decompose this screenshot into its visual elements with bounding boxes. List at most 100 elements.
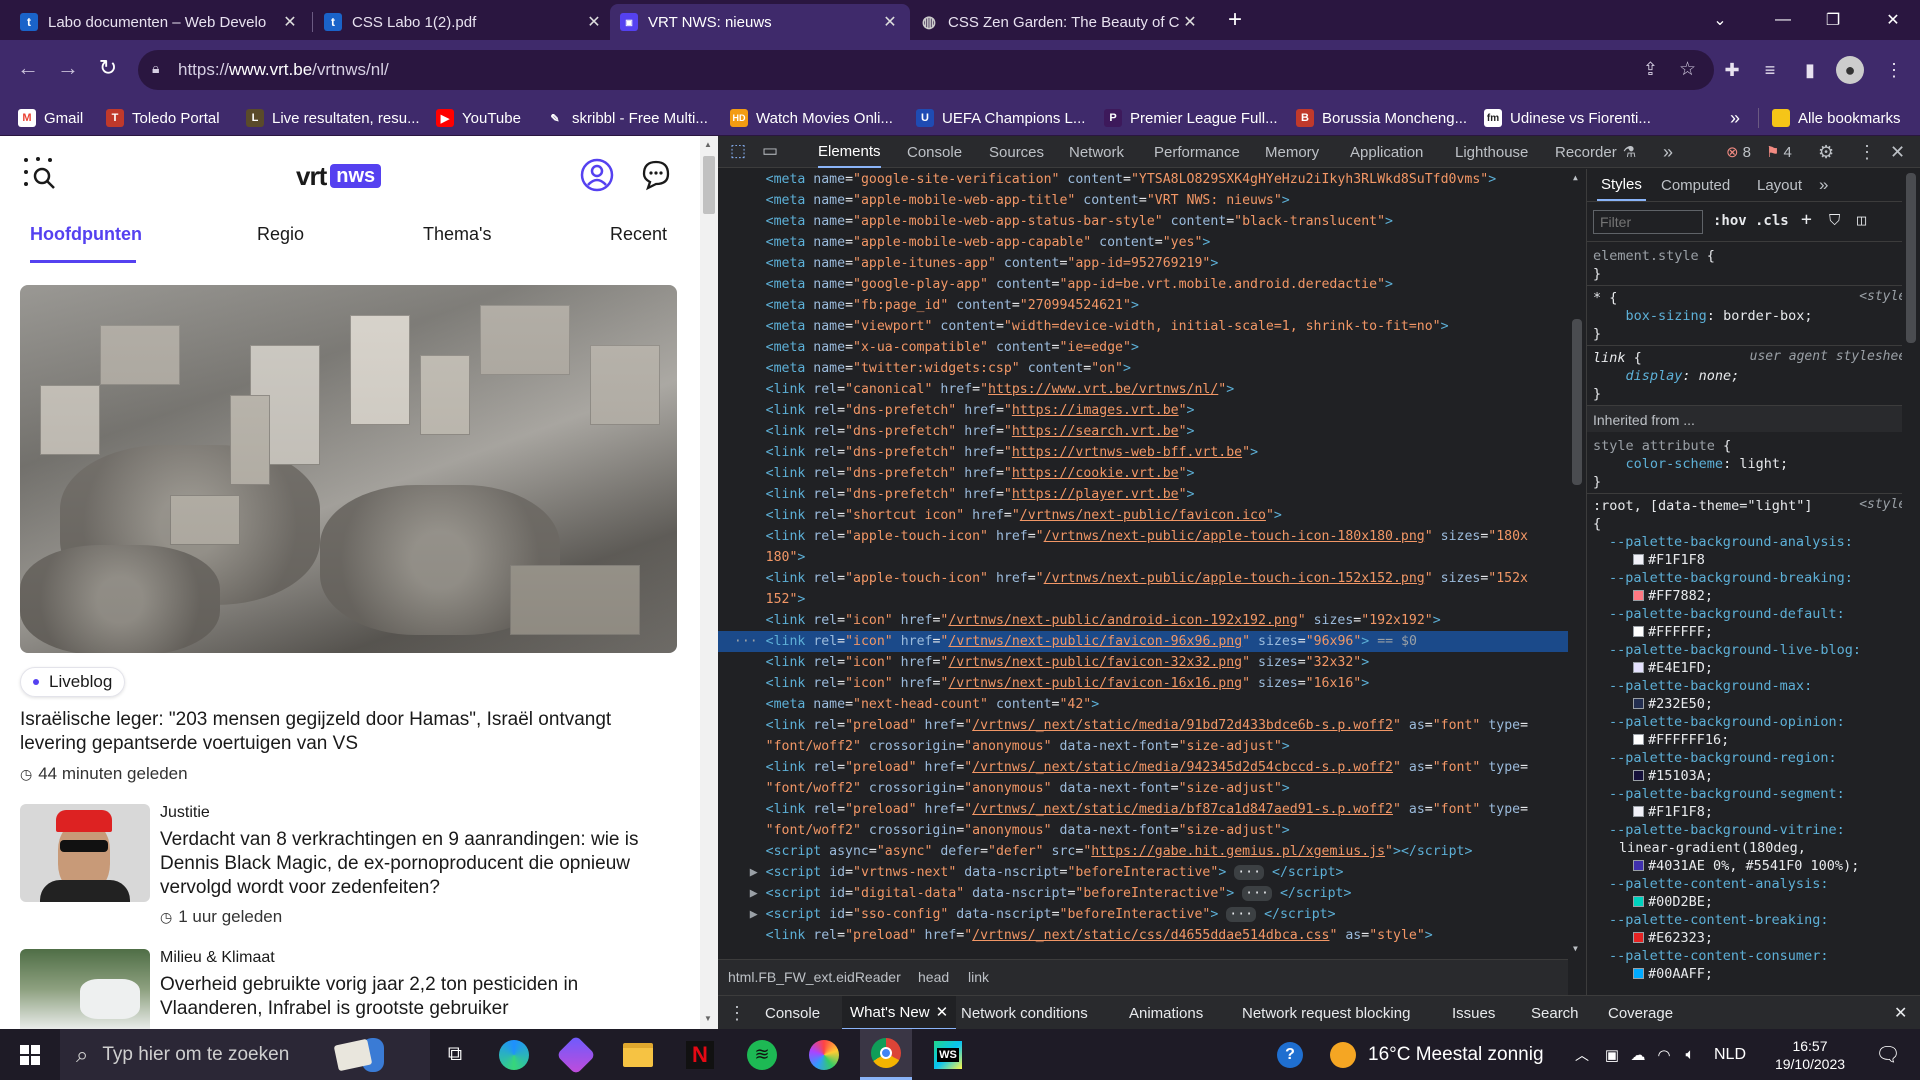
restore-icon[interactable]: ❐ xyxy=(1810,0,1856,40)
css-variable-name[interactable]: --palette-background-analysis: xyxy=(1593,533,1913,551)
warning-counter[interactable]: ⚑ 4 xyxy=(1766,136,1792,168)
extensions-icon[interactable]: ✚ xyxy=(1718,56,1746,84)
bookmark-youtube[interactable]: ▶ YouTube xyxy=(436,100,521,136)
devtools-tab-recorder[interactable]: Recorder ⚗ xyxy=(1555,136,1636,168)
media-control-icon[interactable]: ≡ xyxy=(1756,56,1784,84)
app-icon[interactable] xyxy=(550,1029,602,1080)
devtools-tab-performance[interactable]: Performance xyxy=(1154,136,1240,168)
edge-icon[interactable] xyxy=(488,1029,540,1080)
side-panel-icon[interactable]: ▮ xyxy=(1796,56,1824,84)
menu-icon[interactable]: ⋮ xyxy=(1880,56,1908,84)
settings-gear-icon[interactable]: ⚙ xyxy=(1818,136,1834,168)
bookmark-premier-league[interactable]: P Premier League Full... xyxy=(1104,100,1278,136)
drawer-tab-console[interactable]: Console xyxy=(765,996,820,1030)
article-thumbnail[interactable] xyxy=(20,949,150,1029)
bookmarks-overflow-button[interactable]: » xyxy=(1730,100,1740,136)
clock[interactable]: 16:57 19/10/2023 xyxy=(1760,1029,1860,1080)
notifications-icon[interactable]: 🗨︎ xyxy=(1866,1029,1910,1080)
spotify-icon[interactable]: ≋ xyxy=(736,1029,788,1080)
close-icon[interactable]: ✕ xyxy=(584,12,604,32)
profile-avatar[interactable]: ● xyxy=(1836,56,1864,84)
forward-icon[interactable]: → xyxy=(52,52,84,84)
drawer-tab-issues[interactable]: Issues xyxy=(1452,996,1495,1030)
breadcrumb-head[interactable]: head xyxy=(918,969,949,985)
elements-tree[interactable]: <meta name="google-site-verification" co… xyxy=(718,169,1568,959)
styles-tab[interactable]: Styles xyxy=(1597,169,1646,201)
more-panes-icon[interactable]: » xyxy=(1819,169,1828,201)
language-indicator[interactable]: NLD xyxy=(1710,1029,1750,1080)
bookmark-skribbl[interactable]: ✎ skribbl - Free Multi... xyxy=(546,100,707,136)
scrollbar-thumb[interactable] xyxy=(1572,319,1582,485)
volume-icon[interactable]: 🔈︎ xyxy=(1678,1029,1702,1080)
browser-tab-2[interactable]: ▣ VRT NWS: nieuws ✕ xyxy=(610,4,910,40)
elements-scrollbar[interactable]: ▲ ▼ xyxy=(1568,169,1586,959)
css-variable-value[interactable]: #00AAFF; xyxy=(1593,965,1913,983)
drawer-tab-whats-new[interactable]: What's New ✕ xyxy=(842,996,957,1030)
css-variable-name[interactable]: --palette-background-live-blog: xyxy=(1593,641,1913,659)
color-swatch[interactable] xyxy=(1633,590,1644,601)
breadcrumb-link[interactable]: link xyxy=(968,969,989,985)
sidebar-toggle-icon[interactable]: ◫ xyxy=(1857,211,1866,229)
task-view-icon[interactable]: ⧉ xyxy=(430,1029,480,1080)
bookmark-toledo[interactable]: T Toledo Portal xyxy=(106,100,220,136)
wifi-icon[interactable]: ◠ xyxy=(1652,1029,1676,1080)
share-icon[interactable]: ⇪ xyxy=(1643,59,1658,80)
nav-hoofdpunten[interactable]: Hoofdpunten xyxy=(30,224,142,245)
color-swatch[interactable] xyxy=(1633,932,1644,943)
help-icon[interactable]: ? xyxy=(1270,1029,1310,1080)
drawer-tab-request-blocking[interactable]: Network request blocking xyxy=(1242,996,1410,1030)
drawer-tab-coverage[interactable]: Coverage xyxy=(1608,996,1673,1030)
color-swatch[interactable] xyxy=(1633,896,1644,907)
color-swatch[interactable] xyxy=(1633,554,1644,565)
chrome-taskbar-icon[interactable] xyxy=(860,1029,912,1080)
css-variable-value[interactable]: #F1F1F8; xyxy=(1593,803,1913,821)
color-swatch[interactable] xyxy=(1633,860,1644,871)
error-counter[interactable]: ⊗ 8 xyxy=(1726,136,1751,168)
new-style-rule-icon[interactable]: + xyxy=(1801,209,1812,230)
devtools-menu-icon[interactable]: ⋮ xyxy=(1858,136,1876,168)
cls-toggle[interactable]: .cls xyxy=(1755,213,1789,229)
device-toolbar-icon[interactable]: ▭ xyxy=(762,141,778,161)
css-variable-value[interactable]: #232E50; xyxy=(1593,695,1913,713)
css-variable-name[interactable]: --palette-content-consumer: xyxy=(1593,947,1913,965)
computed-tab[interactable]: Computed xyxy=(1661,169,1730,201)
back-icon[interactable]: ← xyxy=(12,52,44,84)
close-icon[interactable]: ✕ xyxy=(280,12,300,32)
css-variable-name[interactable]: --palette-content-breaking: xyxy=(1593,911,1913,929)
bookmark-watch-movies[interactable]: HD Watch Movies Onli... xyxy=(730,100,893,136)
css-variable-value[interactable]: #FF7882; xyxy=(1593,587,1913,605)
drawer-tab-animations[interactable]: Animations xyxy=(1129,996,1203,1030)
close-icon[interactable]: ✕ xyxy=(936,1003,949,1021)
drawer-tab-network-conditions[interactable]: Network conditions xyxy=(961,996,1088,1030)
device-icon[interactable]: ▣ xyxy=(1600,1029,1624,1080)
css-variable-value[interactable]: #FFFFFF; xyxy=(1593,623,1913,641)
browser-tab-1[interactable]: t CSS Labo 1(2).pdf ✕ xyxy=(314,4,614,40)
drawer-tab-search[interactable]: Search xyxy=(1531,996,1579,1030)
css-variable-name[interactable]: --palette-background-max: xyxy=(1593,677,1913,695)
devtools-tab-application[interactable]: Application xyxy=(1350,136,1423,168)
browser-tab-3[interactable]: ◍ CSS Zen Garden: The Beauty of C ✕ xyxy=(910,4,1210,40)
color-swatch[interactable] xyxy=(1633,698,1644,709)
color-swatch[interactable] xyxy=(1633,662,1644,673)
netflix-icon[interactable]: N xyxy=(674,1029,726,1080)
close-window-icon[interactable]: ✕ xyxy=(1870,0,1916,40)
chevron-up-icon[interactable]: ︿ xyxy=(1570,1029,1594,1080)
devtools-tab-lighthouse[interactable]: Lighthouse xyxy=(1455,136,1528,168)
devtools-tab-elements[interactable]: Elements xyxy=(818,136,881,168)
tab-search-icon[interactable]: ⌄ xyxy=(1697,0,1743,40)
cloud-icon[interactable]: ☁ xyxy=(1626,1029,1650,1080)
article-headline[interactable]: Overheid gebruikte vorig jaar 2,2 ton pe… xyxy=(160,973,680,1021)
devtools-tab-memory[interactable]: Memory xyxy=(1265,136,1319,168)
layout-tab[interactable]: Layout xyxy=(1757,169,1802,201)
paint-icon[interactable]: ⛉ xyxy=(1829,211,1840,229)
account-icon[interactable] xyxy=(580,158,614,192)
weather-widget[interactable]: 16°C Meestal zonnig xyxy=(1330,1029,1550,1080)
devtools-tab-console[interactable]: Console xyxy=(907,136,962,168)
css-variable-value[interactable]: #15103A; xyxy=(1593,767,1913,785)
chat-icon[interactable] xyxy=(640,158,674,192)
styles-filter-input[interactable] xyxy=(1593,210,1703,234)
hov-toggle[interactable]: :hov xyxy=(1713,213,1747,229)
page-scrollbar[interactable]: ▲ ▼ xyxy=(700,136,718,1029)
css-variable-name[interactable]: --palette-background-opinion: xyxy=(1593,713,1913,731)
vrt-nws-logo[interactable]: vrt nws xyxy=(296,161,382,191)
